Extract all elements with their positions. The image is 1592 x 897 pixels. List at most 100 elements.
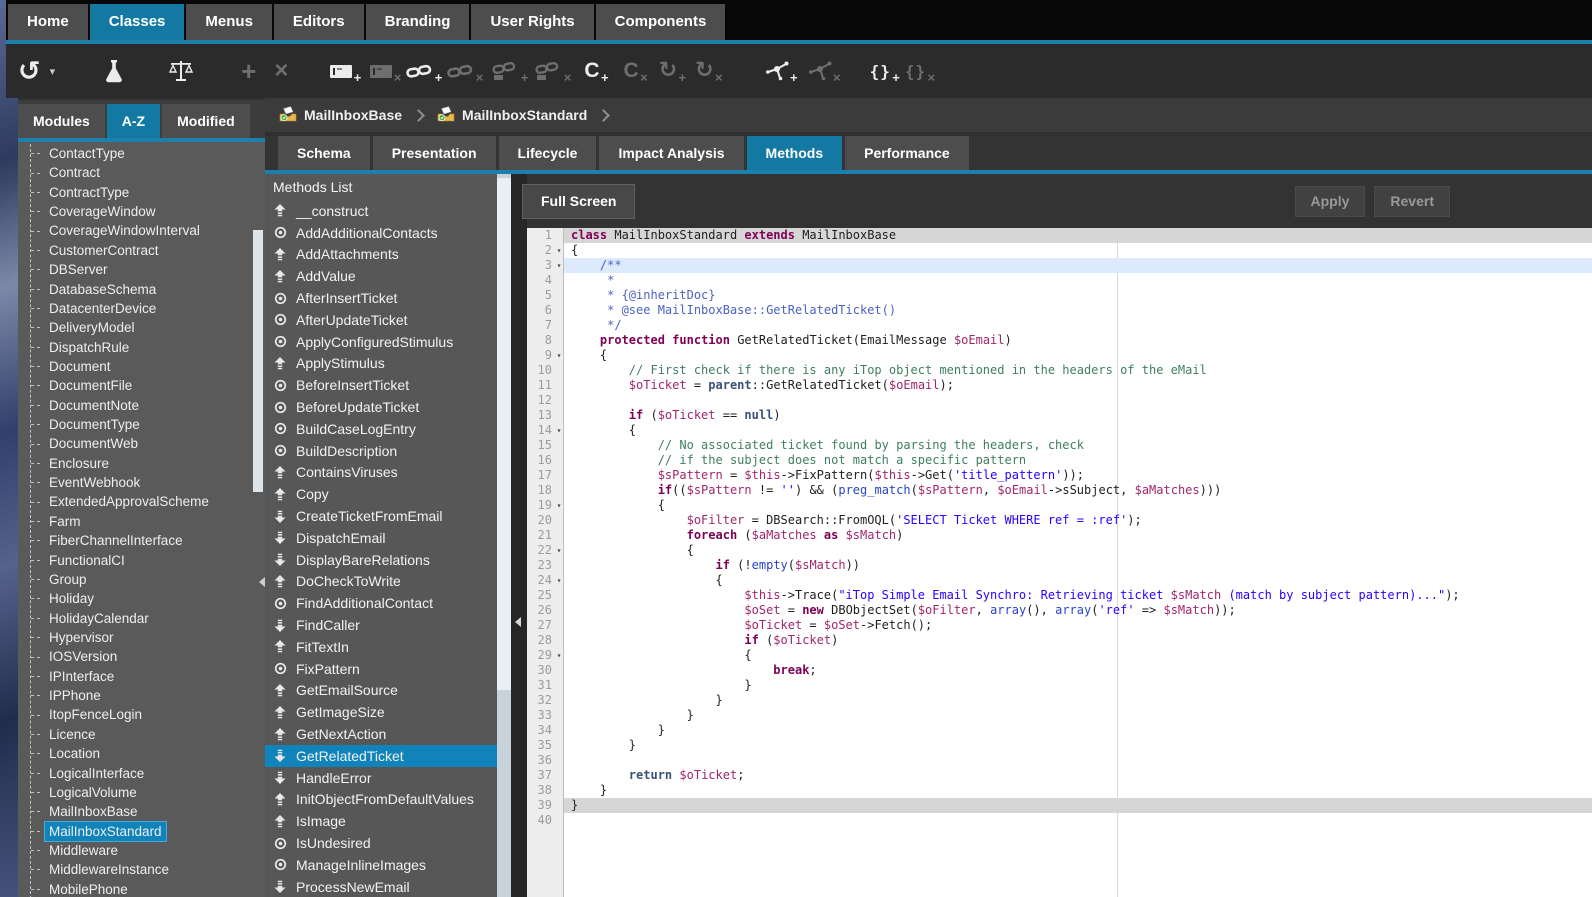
add-relation-icon[interactable]: + bbox=[766, 44, 789, 98]
remove-class-icon[interactable]: C× bbox=[624, 44, 639, 98]
menu-tab-classes[interactable]: Classes bbox=[90, 4, 185, 40]
breadcrumb-item-mailinboxstandard[interactable]: MailInboxStandard bbox=[437, 106, 587, 125]
method-item-__construct[interactable]: __construct bbox=[265, 200, 497, 222]
method-item-manageinlineimages[interactable]: ManageInlineImages bbox=[265, 854, 497, 876]
method-item-afterupdateticket[interactable]: AfterUpdateTicket bbox=[265, 309, 497, 331]
revert-button[interactable]: Revert bbox=[1374, 186, 1450, 217]
method-item-findcaller[interactable]: FindCaller bbox=[265, 614, 497, 636]
sidebar-tab-modified[interactable]: Modified bbox=[162, 104, 250, 138]
sidebar-scrollbar-thumb[interactable] bbox=[253, 230, 263, 492]
class-item-databaseschema[interactable]: DatabaseSchema bbox=[31, 280, 265, 299]
method-item-afterinsertticket[interactable]: AfterInsertTicket bbox=[265, 287, 497, 309]
remove-lifecycle-icon[interactable]: ↻× bbox=[695, 44, 713, 98]
remove-link-icon[interactable]: × bbox=[447, 44, 474, 98]
class-item-contracttype[interactable]: ContractType bbox=[31, 183, 265, 202]
add-field-icon[interactable]: + bbox=[330, 44, 352, 98]
method-item-applyconfiguredstimulus[interactable]: ApplyConfiguredStimulus bbox=[265, 331, 497, 353]
methods-scrollbar[interactable] bbox=[497, 174, 511, 897]
tab-presentation[interactable]: Presentation bbox=[373, 136, 496, 170]
method-item-isimage[interactable]: IsImage bbox=[265, 810, 497, 832]
breadcrumb-item-mailinboxbase[interactable]: MailInboxBase bbox=[279, 106, 402, 125]
method-item-builddescription[interactable]: BuildDescription bbox=[265, 440, 497, 462]
fold-arrow-icon[interactable]: ▾ bbox=[554, 348, 564, 363]
undo-icon[interactable]: ↺ bbox=[18, 44, 41, 98]
class-item-documentweb[interactable]: DocumentWeb bbox=[31, 434, 265, 453]
class-item-logicalvolume[interactable]: LogicalVolume bbox=[31, 783, 265, 802]
method-item-initobjectfromdefaultvalues[interactable]: InitObjectFromDefaultValues bbox=[265, 789, 497, 811]
fold-arrow-icon[interactable]: ▾ bbox=[554, 243, 564, 258]
fold-arrow-icon[interactable]: ▾ bbox=[554, 543, 564, 558]
method-item-dispatchemail[interactable]: DispatchEmail bbox=[265, 527, 497, 549]
add-lifecycle-icon[interactable]: ↻+ bbox=[659, 44, 677, 98]
method-item-beforeinsertticket[interactable]: BeforeInsertTicket bbox=[265, 374, 497, 396]
method-item-applystimulus[interactable]: ApplyStimulus bbox=[265, 353, 497, 375]
class-item-customercontract[interactable]: CustomerContract bbox=[31, 241, 265, 260]
add-class-icon[interactable]: C+ bbox=[584, 44, 599, 98]
method-item-fittextin[interactable]: FitTextIn bbox=[265, 636, 497, 658]
tab-impact-analysis[interactable]: Impact Analysis bbox=[599, 136, 743, 170]
method-item-handleerror[interactable]: HandleError bbox=[265, 767, 497, 789]
class-item-documentnote[interactable]: DocumentNote bbox=[31, 396, 265, 415]
method-item-createticketfromemail[interactable]: CreateTicketFromEmail bbox=[265, 505, 497, 527]
menu-tab-components[interactable]: Components bbox=[596, 4, 726, 40]
menu-tab-editors[interactable]: Editors bbox=[274, 4, 364, 40]
full-screen-button[interactable]: Full Screen bbox=[522, 184, 635, 219]
class-item-middleware[interactable]: Middleware bbox=[31, 841, 265, 860]
method-item-dochecktowrite[interactable]: DoCheckToWrite bbox=[265, 571, 497, 593]
menu-tab-menus[interactable]: Menus bbox=[186, 4, 272, 40]
menu-tab-user-rights[interactable]: User Rights bbox=[471, 4, 593, 40]
tab-schema[interactable]: Schema bbox=[278, 136, 370, 170]
class-item-farm[interactable]: Farm bbox=[31, 512, 265, 531]
class-item-mobilephone[interactable]: MobilePhone bbox=[31, 880, 265, 897]
method-item-getrelatedticket[interactable]: GetRelatedTicket bbox=[265, 745, 497, 767]
sidebar-tab-a-z[interactable]: A-Z bbox=[107, 104, 160, 138]
method-item-buildcaselogentry[interactable]: BuildCaseLogEntry bbox=[265, 418, 497, 440]
class-list[interactable]: ContactTypeContractContractTypeCoverageW… bbox=[18, 142, 265, 897]
class-item-iosversion[interactable]: IOSVersion bbox=[31, 647, 265, 666]
apply-button[interactable]: Apply bbox=[1295, 186, 1366, 217]
method-item-displaybarerelations[interactable]: DisplayBareRelations bbox=[265, 549, 497, 571]
method-item-getemailsource[interactable]: GetEmailSource bbox=[265, 680, 497, 702]
class-item-deliverymodel[interactable]: DeliveryModel bbox=[31, 318, 265, 337]
class-item-logicalinterface[interactable]: LogicalInterface bbox=[31, 764, 265, 783]
add-braces-icon[interactable]: {}+ bbox=[870, 44, 891, 98]
class-item-itopfencelogin[interactable]: ItopFenceLogin bbox=[31, 705, 265, 724]
class-item-ipphone[interactable]: IPPhone bbox=[31, 686, 265, 705]
class-item-middlewareinstance[interactable]: MiddlewareInstance bbox=[31, 860, 265, 879]
class-item-hypervisor[interactable]: Hypervisor bbox=[31, 628, 265, 647]
method-item-containsviruses[interactable]: ContainsViruses bbox=[265, 462, 497, 484]
fold-arrow-icon[interactable]: ▾ bbox=[554, 648, 564, 663]
add-external-key-icon[interactable]: + bbox=[492, 44, 519, 98]
class-item-holiday[interactable]: Holiday bbox=[31, 589, 265, 608]
fold-arrow-icon[interactable]: ▾ bbox=[554, 258, 564, 273]
class-item-eventwebhook[interactable]: EventWebhook bbox=[31, 473, 265, 492]
class-item-location[interactable]: Location bbox=[31, 744, 265, 763]
remove-relation-icon[interactable]: × bbox=[809, 44, 832, 98]
class-item-group[interactable]: Group bbox=[31, 570, 265, 589]
class-item-ipinterface[interactable]: IPInterface bbox=[31, 667, 265, 686]
remove-braces-icon[interactable]: {}× bbox=[905, 44, 926, 98]
method-item-addattachments[interactable]: AddAttachments bbox=[265, 244, 497, 266]
tab-methods[interactable]: Methods bbox=[747, 136, 843, 170]
class-item-mailinboxbase[interactable]: MailInboxBase bbox=[31, 802, 265, 821]
method-item-getimagesize[interactable]: GetImageSize bbox=[265, 701, 497, 723]
class-item-enclosure[interactable]: Enclosure bbox=[31, 454, 265, 473]
code-editor[interactable]: 1class MailInboxStandard extends MailInb… bbox=[527, 228, 1592, 897]
remove-field-icon[interactable]: × bbox=[370, 44, 392, 98]
fold-arrow-icon[interactable]: ▾ bbox=[554, 498, 564, 513]
method-item-findadditionalcontact[interactable]: FindAdditionalContact bbox=[265, 592, 497, 614]
add-link-icon[interactable]: + bbox=[406, 44, 433, 98]
class-item-coveragewindow[interactable]: CoverageWindow bbox=[31, 202, 265, 221]
fold-arrow-icon[interactable]: ▾ bbox=[554, 423, 564, 438]
undo-menu-icon[interactable]: ▾ bbox=[50, 44, 56, 98]
class-item-fiberchannelinterface[interactable]: FiberChannelInterface bbox=[31, 531, 265, 550]
class-item-functionalci[interactable]: FunctionalCI bbox=[31, 551, 265, 570]
class-item-holidaycalendar[interactable]: HolidayCalendar bbox=[31, 609, 265, 628]
class-item-contract[interactable]: Contract bbox=[31, 163, 265, 182]
method-item-isundesired[interactable]: IsUndesired bbox=[265, 832, 497, 854]
class-item-documentfile[interactable]: DocumentFile bbox=[31, 376, 265, 395]
tab-performance[interactable]: Performance bbox=[845, 136, 969, 170]
menu-tab-branding[interactable]: Branding bbox=[366, 4, 470, 40]
method-item-addvalue[interactable]: AddValue bbox=[265, 265, 497, 287]
class-item-contacttype[interactable]: ContactType bbox=[31, 144, 265, 163]
